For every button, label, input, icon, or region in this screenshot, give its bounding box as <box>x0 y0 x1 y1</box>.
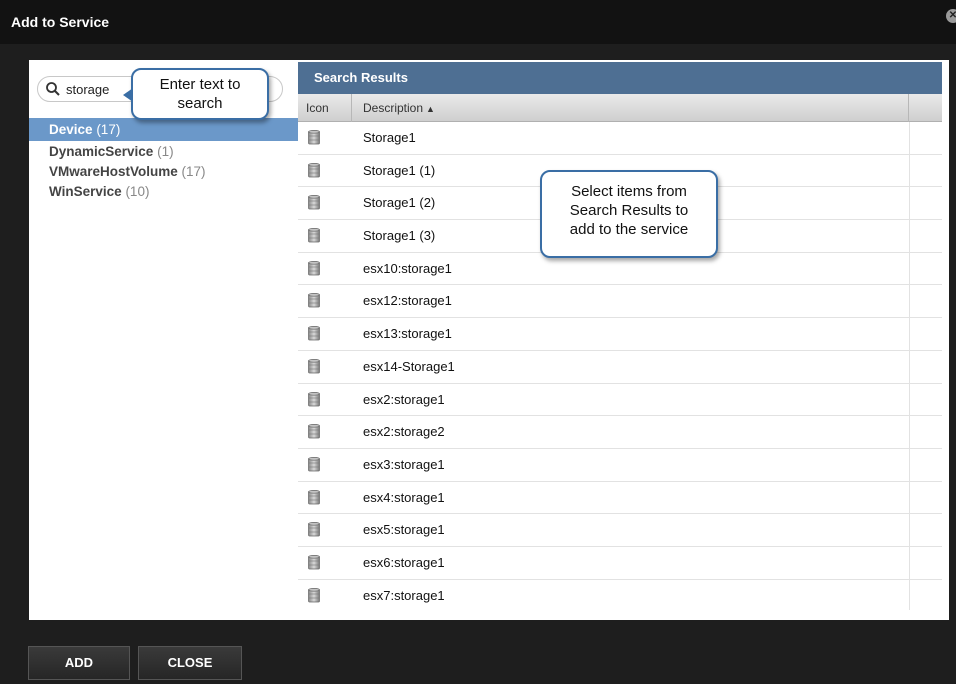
table-row[interactable]: esx3:storage1 <box>298 448 942 482</box>
storage-icon <box>308 489 320 505</box>
table-row[interactable]: esx2:storage2 <box>298 416 942 449</box>
category-name: Device <box>49 122 93 137</box>
storage-icon <box>308 293 320 308</box>
close-dialog-icon[interactable]: ✕ <box>946 9 956 23</box>
table-row[interactable]: esx2:storage1 <box>298 383 942 417</box>
dialog-titlebar: Add to Service ✕ <box>0 0 956 44</box>
category-item-vmwarehostvolume[interactable]: VMwareHostVolume (17) <box>29 162 298 182</box>
category-item-device[interactable]: Device (17) <box>29 118 298 141</box>
category-name: VMwareHostVolume <box>49 164 178 179</box>
search-results-pane: Search Results Icon Description ▲ Storage… <box>298 60 949 620</box>
dialog-content-panel: Device (17)DynamicService (1)VMwareHostV… <box>29 60 949 620</box>
select-callout: Select items from Search Results to add … <box>540 170 718 258</box>
storage-icon <box>308 195 320 210</box>
table-row[interactable]: esx6:storage1 <box>298 546 942 580</box>
select-callout-line3: add to the service <box>569 221 689 238</box>
row-description: esx2:storage1 <box>363 391 445 407</box>
storage-icon <box>308 228 320 243</box>
add-to-service-dialog: Add to Service ✕ Device (17)DynamicServi… <box>0 0 956 684</box>
table-row[interactable]: Storage1 <box>298 122 942 155</box>
column-divider <box>909 514 910 546</box>
category-item-winservice[interactable]: WinService (10) <box>29 182 298 202</box>
column-divider <box>909 285 910 318</box>
column-divider <box>909 220 910 252</box>
row-description: Storage1 (2) <box>363 195 436 211</box>
column-divider <box>909 252 910 285</box>
column-divider <box>909 448 910 481</box>
column-header-description-label: Description <box>363 101 424 115</box>
column-divider <box>909 350 910 383</box>
category-list: Device (17) DynamicService (1) VMwareHostV… <box>29 118 298 202</box>
row-description: esx14-Storage1 <box>363 358 455 374</box>
search-results-header: Search Results <box>298 62 942 94</box>
column-header-icon[interactable]: Icon <box>298 94 352 122</box>
storage-icon <box>308 260 320 276</box>
callout-pointer <box>123 88 133 102</box>
search-callout-line1: Enter text to <box>159 76 241 93</box>
storage-icon <box>308 554 320 570</box>
row-description: esx6:storage1 <box>363 554 445 570</box>
dialog-title: Add to Service <box>11 14 110 30</box>
category-count: (17) <box>181 164 206 179</box>
column-divider <box>909 383 910 416</box>
category-count: (1) <box>157 144 174 159</box>
add-button[interactable]: ADD <box>28 646 130 680</box>
storage-icon <box>308 587 320 603</box>
column-divider <box>909 187 910 220</box>
storage-icon <box>308 162 320 178</box>
row-description: esx5:storage1 <box>363 522 445 538</box>
category-item-dynamicservice[interactable]: DynamicService (1) <box>29 142 298 162</box>
row-description: esx2:storage2 <box>363 424 445 440</box>
storage-icon <box>308 326 320 341</box>
storage-icon <box>308 358 320 374</box>
storage-icon <box>308 130 320 145</box>
column-divider <box>909 122 910 154</box>
results-column-header: Icon Description ▲ <box>298 94 942 122</box>
row-description: esx7:storage1 <box>363 587 445 603</box>
column-header-description[interactable]: Description ▲ <box>353 94 909 122</box>
category-count: (17) <box>96 122 121 137</box>
column-divider <box>909 579 910 610</box>
table-row[interactable]: esx12:storage1 <box>298 285 942 319</box>
column-divider <box>909 154 910 187</box>
select-callout-line2: Search Results to <box>569 202 689 219</box>
row-description: Storage1 (3) <box>363 228 436 244</box>
sort-ascending-icon: ▲ <box>426 104 435 114</box>
search-callout: Enter text to search <box>123 68 269 120</box>
table-row[interactable]: esx7:storage1 <box>298 579 942 610</box>
table-row[interactable]: esx13:storage1 <box>298 318 942 351</box>
row-description: esx13:storage1 <box>363 326 452 342</box>
row-description: Storage1 (1) <box>363 162 436 178</box>
column-divider <box>909 546 910 579</box>
search-callout-line2: search <box>177 95 223 112</box>
category-name: DynamicService <box>49 144 154 159</box>
column-divider <box>909 318 910 350</box>
storage-icon <box>308 522 320 537</box>
storage-icon <box>308 424 320 439</box>
table-row[interactable]: esx5:storage1 <box>298 514 942 547</box>
category-name: WinService <box>49 184 122 199</box>
column-divider <box>909 416 910 448</box>
row-description: esx12:storage1 <box>363 293 452 309</box>
row-description: esx4:storage1 <box>363 489 445 505</box>
column-divider <box>909 481 910 514</box>
select-callout-line1: Select items from <box>571 183 687 200</box>
row-description: esx10:storage1 <box>363 260 452 276</box>
storage-icon <box>308 391 320 407</box>
row-description: esx3:storage1 <box>363 456 445 472</box>
row-description: Storage1 <box>363 130 416 145</box>
close-button[interactable]: CLOSE <box>138 646 242 680</box>
category-pane: Device (17)DynamicService (1)VMwareHostV… <box>29 60 298 620</box>
table-row[interactable]: esx14-Storage1 <box>298 350 942 384</box>
table-row[interactable]: esx4:storage1 <box>298 481 942 515</box>
category-count: (10) <box>125 184 150 199</box>
storage-icon <box>308 456 320 472</box>
search-icon <box>46 82 60 96</box>
